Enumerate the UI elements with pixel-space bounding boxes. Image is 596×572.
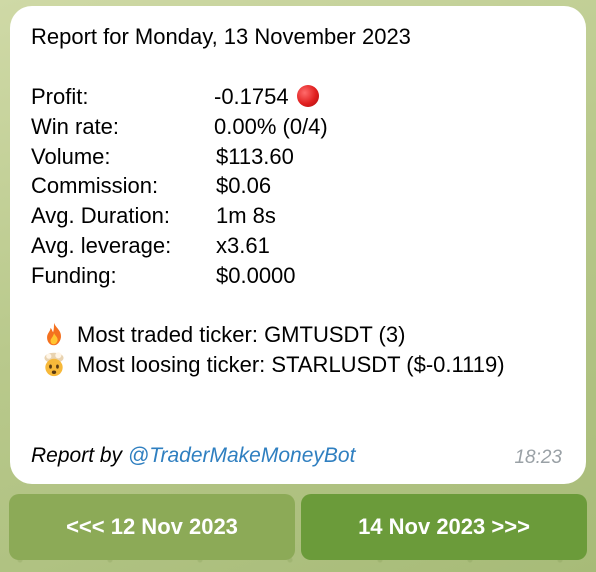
- exploding-head-icon: [44, 352, 64, 377]
- report-footer: Report by @TraderMakeMoneyBot: [31, 444, 355, 468]
- most-loosing-row: Most loosing ticker: STARLUSDT ($-0.1119…: [39, 350, 505, 380]
- stat-value-profit: -0.1754: [214, 83, 319, 111]
- fire-icon: [47, 322, 62, 346]
- red-circle-icon: [296, 85, 319, 107]
- bot-mention-link[interactable]: @TraderMakeMoneyBot: [128, 444, 356, 467]
- message-timestamp: 18:23: [514, 447, 562, 468]
- previous-day-button[interactable]: <<< 12 Nov 2023: [9, 494, 295, 560]
- report-title: Report for Monday, 13 November 2023: [31, 24, 411, 49]
- footer-prefix: Report by: [31, 444, 128, 467]
- most-loosing-text: Most loosing ticker: STARLUSDT ($-0.1119…: [77, 352, 505, 377]
- stat-label: Profit:: [31, 84, 89, 109]
- most-traded-text: Most traded ticker: GMTUSDT (3): [77, 322, 406, 347]
- stat-value: 1m 8s: [216, 203, 276, 228]
- stat-value: $113.60: [216, 144, 294, 169]
- stat-label: Avg. leverage:: [31, 233, 172, 258]
- stat-label: Funding:: [31, 263, 117, 288]
- stat-label: Win rate:: [31, 114, 120, 139]
- next-day-button[interactable]: 14 Nov 2023 >>>: [301, 494, 587, 560]
- stat-value: $0.0000: [216, 263, 296, 288]
- stat-value: 0.00% (0/4): [214, 114, 328, 139]
- most-traded-row: Most traded ticker: GMTUSDT (3): [39, 320, 405, 350]
- stat-value: $0.06: [216, 173, 272, 198]
- stat-label: Commission:: [31, 173, 159, 198]
- stat-label: Volume:: [31, 144, 111, 169]
- stat-label: Avg. Duration:: [31, 203, 171, 228]
- stat-value: x3.61: [216, 233, 270, 258]
- message-bubble: Report for Monday, 13 November 2023 Prof…: [10, 6, 586, 484]
